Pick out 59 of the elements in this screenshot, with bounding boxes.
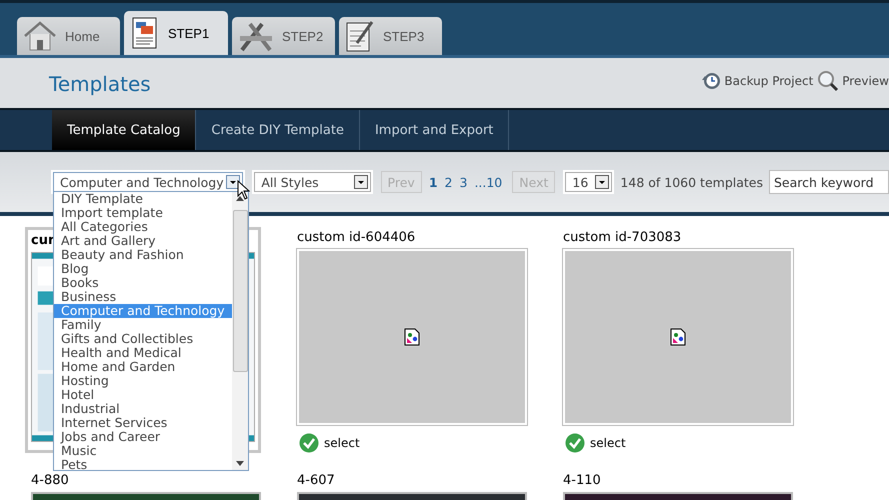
style-select[interactable]: All Styles: [254, 172, 371, 192]
page-link[interactable]: 2: [444, 174, 452, 190]
search-field[interactable]: Search keyword: [769, 170, 889, 194]
tools-icon: [238, 20, 274, 52]
nav-tab[interactable]: STEP2: [232, 17, 335, 55]
checkmark-icon: [565, 433, 585, 453]
dropdown-option[interactable]: Import template: [54, 206, 232, 220]
dropdown-option[interactable]: Home and Garden: [54, 360, 232, 374]
dropdown-option[interactable]: DIY Template: [54, 192, 232, 206]
broken-image-icon: [670, 328, 686, 346]
dropdown-option[interactable]: Beauty and Fashion: [54, 248, 232, 262]
dropdown-option[interactable]: Industrial: [54, 402, 232, 416]
nav-tab[interactable]: STEP1: [124, 11, 228, 55]
dropdown-option[interactable]: Books: [54, 276, 232, 290]
select-button[interactable]: select: [563, 433, 626, 453]
checkmark-icon: [299, 433, 319, 453]
broken-image-icon: [404, 328, 420, 346]
nav-tab[interactable]: Create DIY Template: [196, 110, 360, 150]
house-icon: [23, 21, 57, 51]
page-link[interactable]: ...10: [474, 174, 502, 190]
scroll-thumb[interactable]: [233, 210, 248, 372]
template-title: custom id-604406: [297, 230, 416, 245]
select-button[interactable]: select: [297, 433, 360, 453]
dropdown-option[interactable]: Family: [54, 318, 232, 332]
page-link[interactable]: 1: [428, 174, 438, 190]
dropdown-option[interactable]: Hotel: [54, 388, 232, 402]
search-icon: [817, 70, 840, 92]
dropdown-option[interactable]: Art and Gallery: [54, 234, 232, 248]
template-title: cur: [31, 233, 54, 248]
dropdown-option[interactable]: Music: [54, 444, 232, 458]
template-title: 4-880: [31, 473, 69, 488]
page-title: Templates: [49, 71, 151, 96]
nav-tab[interactable]: Import and Export: [360, 110, 510, 150]
nav-tab[interactable]: Template Catalog: [52, 110, 196, 150]
template-title: 4-607: [297, 473, 335, 488]
template-count: 148 of 1060 templates: [620, 174, 763, 190]
dropdown-option[interactable]: Health and Medical: [54, 346, 232, 360]
scroll-down-icon: [236, 461, 244, 466]
pencil-paper-icon: [345, 19, 375, 53]
template-title: 4-110: [563, 473, 601, 488]
category-select[interactable]: Computer and Technology: [53, 172, 244, 192]
clock-icon: [701, 71, 722, 91]
nav-tab[interactable]: STEP3: [339, 17, 442, 55]
page-link[interactable]: 3: [459, 174, 468, 190]
dropdown-option[interactable]: All Categories: [54, 220, 232, 234]
per-page-select[interactable]: 16: [565, 172, 612, 192]
template-title: custom id-703083: [563, 230, 682, 245]
dropdown-option[interactable]: Internet Services: [54, 416, 232, 430]
dropdown-option[interactable]: Gifts and Collectibles: [54, 332, 232, 346]
scrollbar[interactable]: [232, 192, 248, 470]
dropdown-option[interactable]: Pets: [54, 458, 232, 472]
nav-tab[interactable]: Home: [17, 17, 120, 55]
dropdown-option[interactable]: Business: [54, 290, 232, 304]
dropdown-option[interactable]: Hosting: [54, 374, 232, 388]
dropdown-option[interactable]: Jobs and Career: [54, 430, 232, 444]
dropdown-option[interactable]: Blog: [54, 262, 232, 276]
toolbar-link[interactable]: Backup Project: [701, 70, 814, 92]
scroll-up-icon: [236, 196, 244, 201]
toolbar-link[interactable]: Preview: [817, 70, 889, 92]
